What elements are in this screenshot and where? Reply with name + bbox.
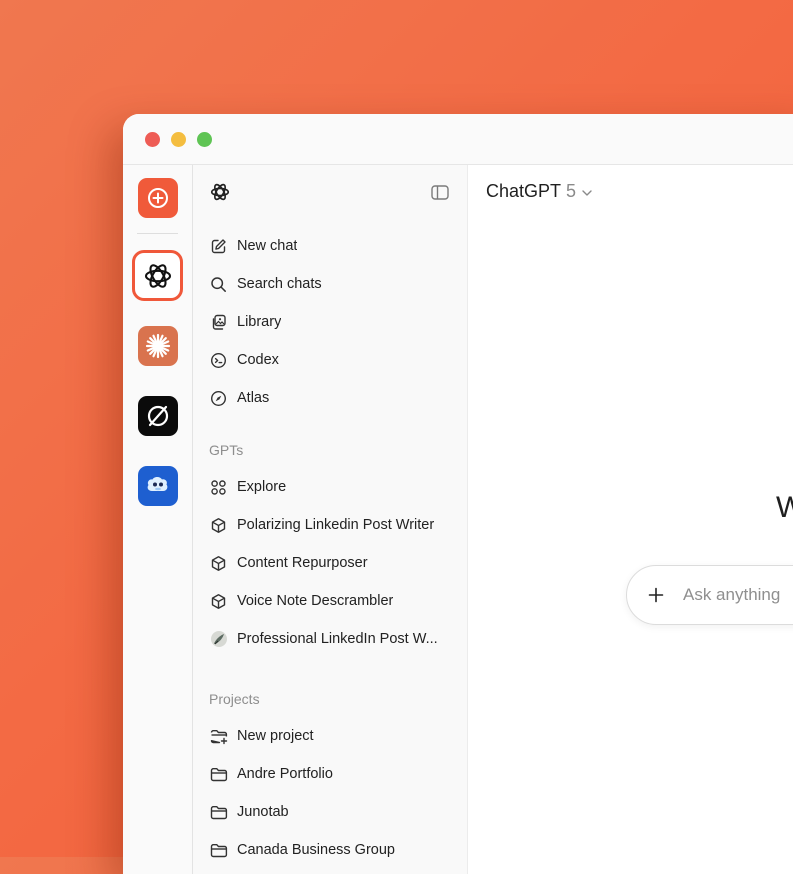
gpt-item[interactable]: Content Repurposer (209, 549, 457, 577)
new-chat-item[interactable]: New chat (209, 232, 457, 260)
add-app-icon (148, 188, 168, 208)
project-item[interactable]: Andre Portfolio (209, 760, 457, 788)
gpt-item[interactable]: Voice Note Descrambler (209, 587, 457, 615)
nav-label: New chat (237, 238, 298, 254)
folder-plus-icon (209, 727, 228, 746)
close-window-button[interactable] (145, 132, 160, 147)
search-icon (209, 275, 228, 294)
project-item[interactable]: Junotab (209, 798, 457, 826)
chat-main: ChatGPT 5 W (468, 165, 793, 874)
composer[interactable] (626, 565, 793, 625)
grid-icon (209, 478, 228, 497)
library-icon (209, 313, 228, 332)
perplexity-app-button[interactable] (138, 396, 178, 436)
nav-label: Library (237, 314, 282, 330)
minimize-window-button[interactable] (171, 132, 186, 147)
nav-label: Search chats (237, 276, 322, 292)
codex-item[interactable]: Codex (209, 346, 457, 374)
project-item[interactable]: Canada Business Group (209, 836, 457, 864)
gpts-section-label: GPTs (209, 442, 244, 458)
cube-icon (209, 516, 228, 535)
zoom-window-button[interactable] (197, 132, 212, 147)
library-item[interactable]: Library (209, 308, 457, 336)
gpt-label: Voice Note Descrambler (237, 593, 394, 609)
compose-icon (209, 237, 228, 256)
project-label: Andre Portfolio (237, 766, 333, 782)
model-name: ChatGPT (486, 181, 562, 201)
codex-icon (209, 351, 228, 370)
mascot-app-icon (147, 477, 168, 491)
gpt-label: Polarizing Linkedin Post Writer (237, 517, 435, 533)
folder-icon (209, 803, 228, 822)
folder-icon (209, 765, 228, 784)
project-label: Canada Business Group (237, 842, 395, 858)
sidebar-toggle-icon[interactable] (431, 185, 449, 200)
openai-logo-icon[interactable] (209, 181, 231, 203)
app-rail (123, 165, 193, 874)
chatgpt-app-button[interactable] (132, 250, 183, 301)
gpt-item[interactable]: Professional LinkedIn Post W... (209, 625, 457, 653)
nav-label: Atlas (237, 390, 270, 406)
model-version: 5 (566, 181, 577, 201)
project-label: New project (237, 728, 314, 744)
add-app-button[interactable] (138, 178, 178, 218)
title-bar (123, 114, 793, 165)
projects-section-label: Projects (209, 691, 260, 707)
cube-icon (209, 554, 228, 573)
model-selector[interactable]: ChatGPT 5 (486, 181, 593, 202)
chatgpt-app-icon (144, 263, 171, 288)
chevron-down-icon (582, 189, 592, 196)
claude-app-button[interactable] (138, 326, 178, 366)
nav-label: Codex (237, 352, 279, 368)
cube-icon (209, 592, 228, 611)
new-project-item[interactable]: New project (209, 722, 457, 750)
mascot-app-button[interactable] (138, 466, 178, 506)
claude-app-icon (145, 333, 171, 359)
compass-icon (209, 389, 228, 408)
project-label: Junotab (237, 804, 289, 820)
search-chats-item[interactable]: Search chats (209, 270, 457, 298)
rail-divider (137, 233, 178, 234)
gpt-label: Content Repurposer (237, 555, 368, 571)
atlas-item[interactable]: Atlas (209, 384, 457, 412)
plus-icon[interactable] (647, 586, 665, 604)
explore-gpts-item[interactable]: Explore (209, 473, 457, 501)
chat-sidebar: New chat Search chats Library Codex Atla… (193, 165, 468, 874)
gpt-avatar-icon (209, 630, 228, 649)
prompt-input[interactable] (681, 584, 793, 606)
gpt-item[interactable]: Polarizing Linkedin Post Writer (209, 511, 457, 539)
gpt-label: Professional LinkedIn Post W... (237, 631, 438, 647)
app-window: New chat Search chats Library Codex Atla… (123, 114, 793, 874)
perplexity-app-icon (147, 405, 169, 427)
greeting-heading: W (776, 491, 793, 524)
gpt-label: Explore (237, 479, 287, 495)
